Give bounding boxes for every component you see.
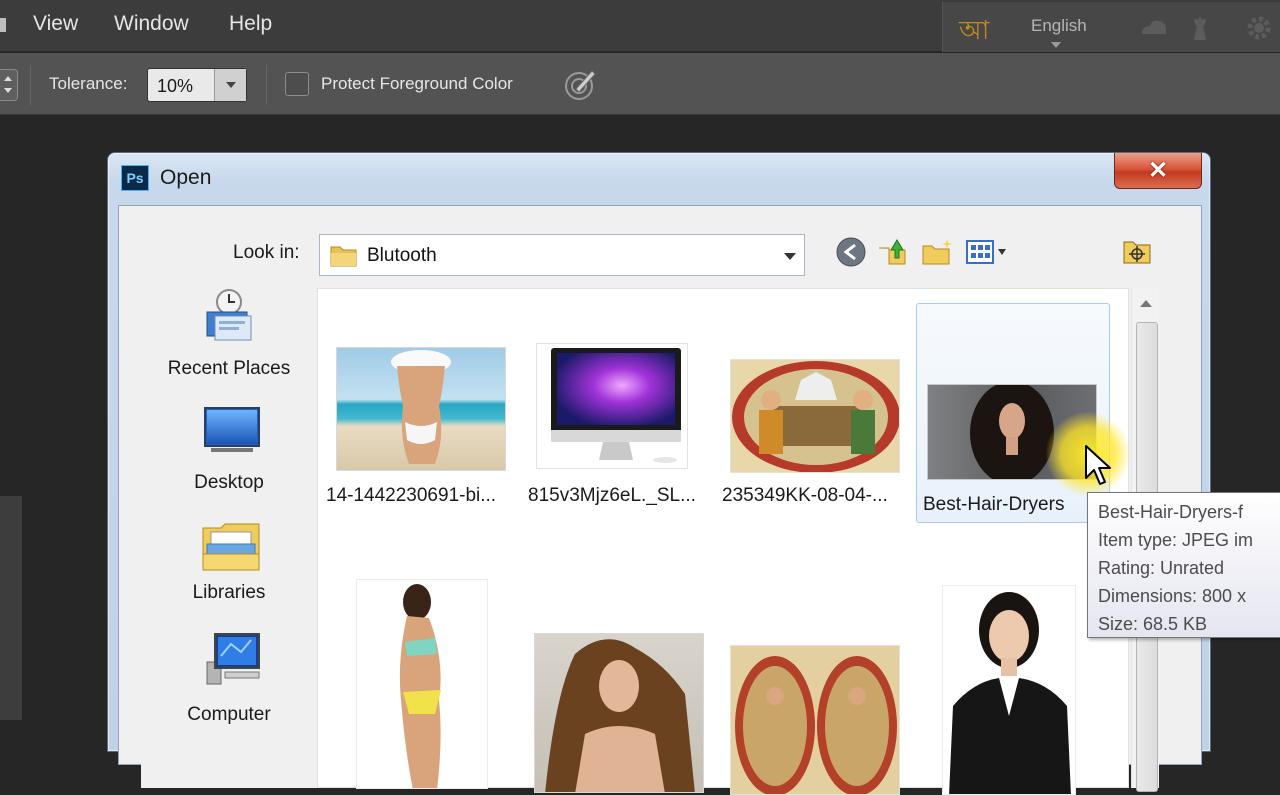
file-thumbnail[interactable] bbox=[942, 585, 1076, 795]
divider bbox=[30, 65, 31, 105]
input-method-icon[interactable]: আ bbox=[959, 10, 989, 54]
menu-window[interactable]: Window bbox=[114, 12, 189, 36]
file-item[interactable] bbox=[526, 575, 710, 793]
look-in-label: Look in: bbox=[233, 242, 300, 263]
gear-icon[interactable] bbox=[1243, 14, 1275, 42]
file-name: 235349KK-08-04-... bbox=[722, 485, 888, 506]
recent-places-icon bbox=[206, 289, 252, 341]
file-list: 14-1442230691-bi... 815v3Mjz6eL._SL... 2… bbox=[317, 288, 1129, 795]
dialog-body: Look in: Blutooth Recent Places Desktop … bbox=[118, 205, 1202, 795]
cloud-icon[interactable] bbox=[1139, 14, 1169, 38]
file-item[interactable] bbox=[326, 575, 510, 789]
back-icon[interactable] bbox=[835, 236, 867, 268]
look-in-dropdown[interactable]: Blutooth bbox=[319, 234, 805, 276]
tolerance-field[interactable]: 10% bbox=[147, 68, 247, 102]
desktop-icon bbox=[204, 407, 260, 452]
places-bar: Recent Places Desktop Libraries Computer bbox=[141, 288, 317, 788]
tooltip-dimensions: Dimensions: 800 x bbox=[1098, 586, 1247, 606]
language-selector[interactable]: English bbox=[1031, 16, 1087, 36]
file-info-tooltip: Best-Hair-Dryers-f Item type: JPEG im Ra… bbox=[1087, 492, 1280, 638]
dialog-title: Open bbox=[160, 166, 212, 189]
swimwear-photo-icon bbox=[399, 584, 441, 788]
file-thumbnail[interactable] bbox=[534, 633, 704, 793]
file-thumbnail[interactable] bbox=[730, 645, 900, 795]
mouse-cursor-icon bbox=[1085, 445, 1111, 485]
place-label: Computer bbox=[187, 704, 271, 725]
business-portrait-icon bbox=[949, 592, 1071, 794]
miniature-painting-icon bbox=[735, 656, 897, 794]
tablet-pressure-icon[interactable] bbox=[562, 67, 598, 103]
panel-edge bbox=[0, 496, 22, 720]
language-bar: আ English bbox=[942, 2, 1280, 52]
tooltip-filename: Best-Hair-Dryers-f bbox=[1098, 502, 1244, 522]
computer-icon bbox=[206, 633, 260, 685]
file-thumbnail[interactable] bbox=[336, 347, 506, 471]
menu-view[interactable]: View bbox=[33, 12, 78, 36]
file-name: 14-1442230691-bi... bbox=[326, 485, 497, 506]
close-button[interactable]: ✕ bbox=[1114, 153, 1202, 189]
favorite-folder-icon[interactable] bbox=[1122, 236, 1154, 268]
options-bar: Tolerance: 10% Protect Foreground Color bbox=[0, 53, 1280, 115]
file-item[interactable]: 14-1442230691-bi... bbox=[326, 337, 510, 517]
libraries-icon bbox=[202, 523, 260, 571]
tolerance-label: Tolerance: bbox=[49, 74, 128, 93]
tooltip-size: Size: 68.5 KB bbox=[1098, 614, 1208, 634]
look-in-value: Blutooth bbox=[367, 245, 437, 266]
file-item[interactable]: 235349KK-08-04-... bbox=[722, 337, 912, 517]
view-menu-icon[interactable] bbox=[965, 236, 1013, 268]
menu-bar: View Window Help আ English bbox=[0, 0, 1280, 52]
painting-photo-icon bbox=[732, 361, 899, 472]
menu-edge bbox=[0, 18, 6, 32]
place-desktop[interactable]: Desktop bbox=[141, 406, 317, 516]
menu-help[interactable]: Help bbox=[229, 12, 272, 36]
file-name: 815v3Mjz6eL._SL... bbox=[528, 485, 696, 506]
brush-size-stepper[interactable] bbox=[0, 69, 18, 101]
place-label: Libraries bbox=[192, 582, 266, 603]
portrait-photo-icon bbox=[545, 639, 695, 792]
tooltip-rating: Rating: Unrated bbox=[1098, 558, 1225, 578]
place-recent-places[interactable]: Recent Places bbox=[141, 288, 317, 398]
workspace bbox=[0, 116, 108, 720]
close-icon: ✕ bbox=[1147, 157, 1169, 184]
file-thumbnail[interactable] bbox=[730, 359, 900, 473]
imac-photo-icon bbox=[551, 348, 681, 463]
new-folder-icon[interactable] bbox=[921, 236, 955, 268]
photoshop-icon: Ps bbox=[121, 165, 149, 191]
tolerance-value[interactable]: 10% bbox=[157, 76, 193, 97]
file-item[interactable] bbox=[916, 575, 1110, 795]
protect-foreground-checkbox[interactable] bbox=[285, 72, 309, 96]
up-folder-icon[interactable] bbox=[877, 236, 909, 268]
file-thumbnail[interactable] bbox=[356, 579, 488, 789]
place-label: Recent Places bbox=[167, 358, 291, 379]
file-thumbnail[interactable] bbox=[536, 343, 688, 469]
file-item[interactable] bbox=[722, 575, 912, 795]
chess-piece-icon[interactable] bbox=[1187, 14, 1213, 42]
divider bbox=[266, 65, 267, 105]
place-label: Desktop bbox=[194, 472, 264, 493]
file-item[interactable]: 815v3Mjz6eL._SL... bbox=[526, 337, 710, 517]
place-libraries[interactable]: Libraries bbox=[141, 518, 317, 628]
tooltip-item-type: Item type: JPEG im bbox=[1098, 530, 1254, 550]
scroll-up-icon[interactable] bbox=[1140, 300, 1152, 307]
language-caret-icon[interactable] bbox=[1051, 42, 1061, 48]
file-name: Best-Hair-Dryers bbox=[923, 494, 1065, 515]
place-computer[interactable]: Computer bbox=[141, 630, 317, 750]
folder-icon bbox=[330, 246, 357, 267]
beach-photo-icon bbox=[391, 350, 451, 464]
tolerance-dropdown-button[interactable] bbox=[214, 69, 246, 101]
protect-foreground-label[interactable]: Protect Foreground Color bbox=[321, 74, 513, 94]
chevron-down-icon[interactable] bbox=[784, 253, 796, 260]
